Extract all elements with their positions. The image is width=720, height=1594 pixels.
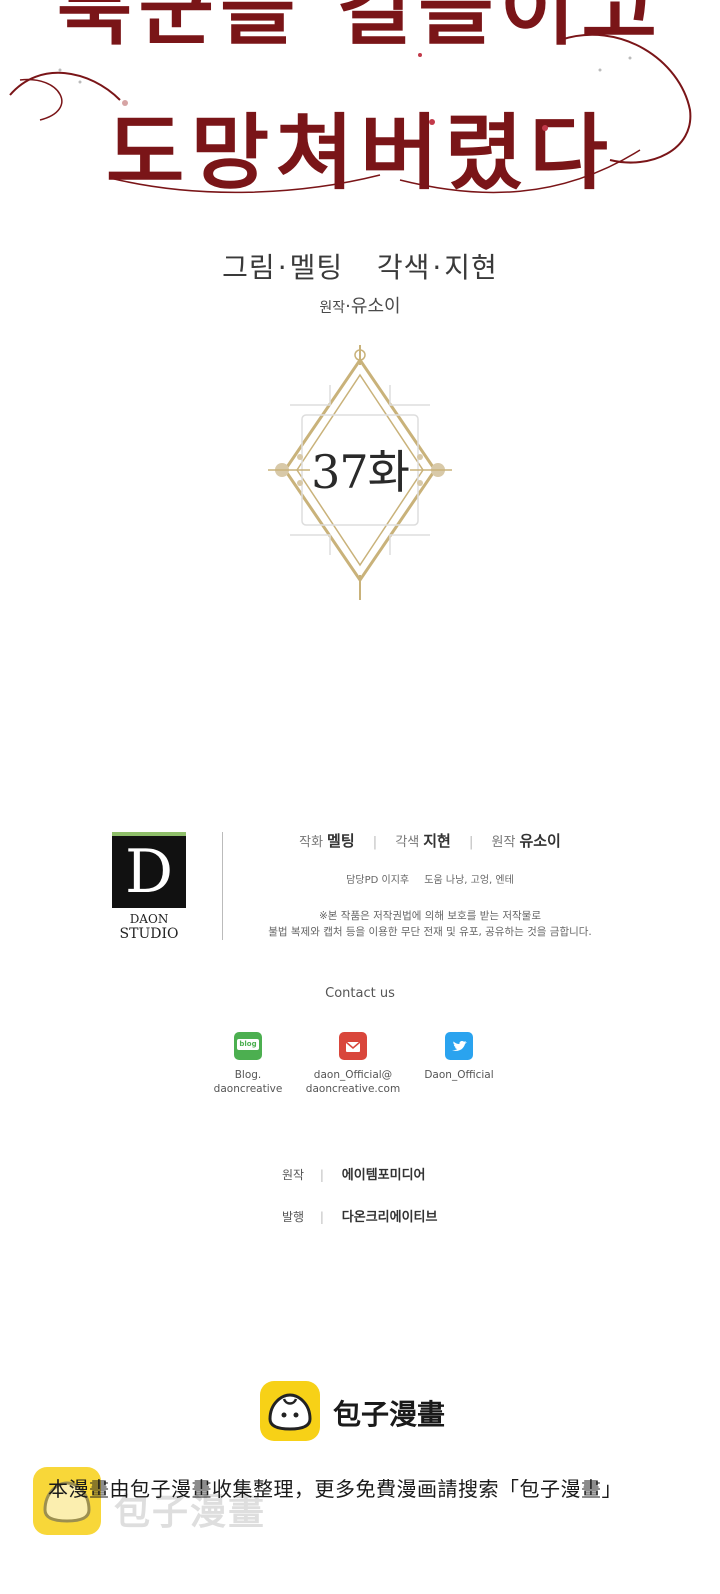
contact-blog[interactable]: blog Blog. daoncreative (193, 1032, 303, 1096)
email-line1: daon_Official@ (313, 1069, 393, 1081)
blog-text: Blog. daoncreative (193, 1068, 303, 1096)
baozi-bun-logo (260, 1381, 320, 1441)
studio-name-line2: STUDIO (119, 926, 179, 942)
studio-name: DAON STUDIO (100, 912, 198, 942)
pd-name: 이지후 (381, 875, 410, 886)
contact-email[interactable]: daon_Official@ daoncreative.com (298, 1032, 408, 1096)
art-name: 멜팅 (327, 832, 355, 850)
baozi-brand-name: 包子漫畫 (333, 1398, 446, 1431)
contact-title: Contact us (325, 986, 395, 1001)
logo-letter: D (124, 837, 174, 907)
blog-icon-text: blog (237, 1039, 259, 1050)
copyright-notice-line2: 불법 복제와 캡처 등을 이용한 무단 전재 및 유포, 공유하는 것을 금합니… (268, 926, 592, 938)
daon-studio-logo: D (112, 832, 186, 908)
blog-line1: Blog. (234, 1069, 262, 1081)
pd-label: 담당PD (346, 875, 379, 886)
assistant-credit-row: 담당PD 이지후 도움 나낭, 고엉, 엔테 (230, 871, 630, 886)
publisher-label: 발행 (282, 1210, 305, 1224)
email-text: daon_Official@ daoncreative.com (298, 1068, 408, 1096)
original-label: 원작 (282, 1168, 305, 1182)
twitter-handle: Daon_Official (424, 1069, 494, 1081)
art-name: 멜팅 (289, 251, 344, 284)
staff-credit-row: 작화 멜팅 | 각색 지현 | 원작 유소이 (299, 832, 561, 850)
source-notice: 本漫畫由包子漫畫收集整理，更多免費漫画請搜索「包子漫畫」 (48, 1477, 622, 1501)
original-name: 유소이 (350, 296, 401, 317)
help-names: 나낭, 고엉, 엔테 (445, 875, 514, 886)
art-label: 그림 (222, 251, 276, 284)
original-label: 원작 (491, 835, 516, 850)
mail-icon[interactable] (339, 1032, 367, 1060)
title-flourish-ornament (9, 33, 692, 194)
original-publisher: 에이템포미디어 (341, 1168, 426, 1183)
studio-name-line1: DAON (129, 912, 169, 926)
episode-number: 37화 (311, 445, 410, 499)
publisher-row: 발행 | 다온크리에이티브 (282, 1210, 438, 1225)
bun-icon (268, 1393, 312, 1431)
email-line2: daoncreative.com (305, 1083, 401, 1095)
adapt-name: 지현 (423, 832, 451, 850)
original-credit: 원작·유소이 (319, 296, 401, 317)
copyright-notice-line1: ※본 작품은 저작권법에 의해 보호를 받는 저작물로 (318, 910, 542, 922)
original-name: 유소이 (519, 832, 561, 850)
twitter-text: Daon_Official (404, 1068, 514, 1082)
adapt-label: 각색 (376, 251, 431, 284)
help-label: 도움 (424, 875, 443, 886)
mail-icon-glyph (345, 1041, 361, 1052)
blog-line2: daoncreative (213, 1083, 283, 1095)
twitter-icon[interactable] (445, 1032, 473, 1060)
logo-accent-bar (112, 832, 186, 836)
art-label: 작화 (299, 835, 324, 850)
original-publisher-row: 원작 | 에이템포미디어 (282, 1168, 426, 1183)
adapt-label: 각색 (395, 835, 420, 850)
original-label: 원작 (319, 300, 346, 316)
contact-twitter[interactable]: Daon_Official (404, 1032, 514, 1082)
publisher-name: 다온크리에이티브 (341, 1210, 438, 1225)
adapt-name: 지현 (444, 251, 498, 284)
blog-icon[interactable]: blog (234, 1032, 262, 1060)
credits-divider (222, 832, 223, 940)
creator-credits: 그림·멜팅 각색·지현 (222, 251, 498, 284)
series-title-logo: 북군을 길들이고 도망쳐버렸다 (0, 0, 720, 215)
twitter-bird-glyph (452, 1041, 467, 1051)
